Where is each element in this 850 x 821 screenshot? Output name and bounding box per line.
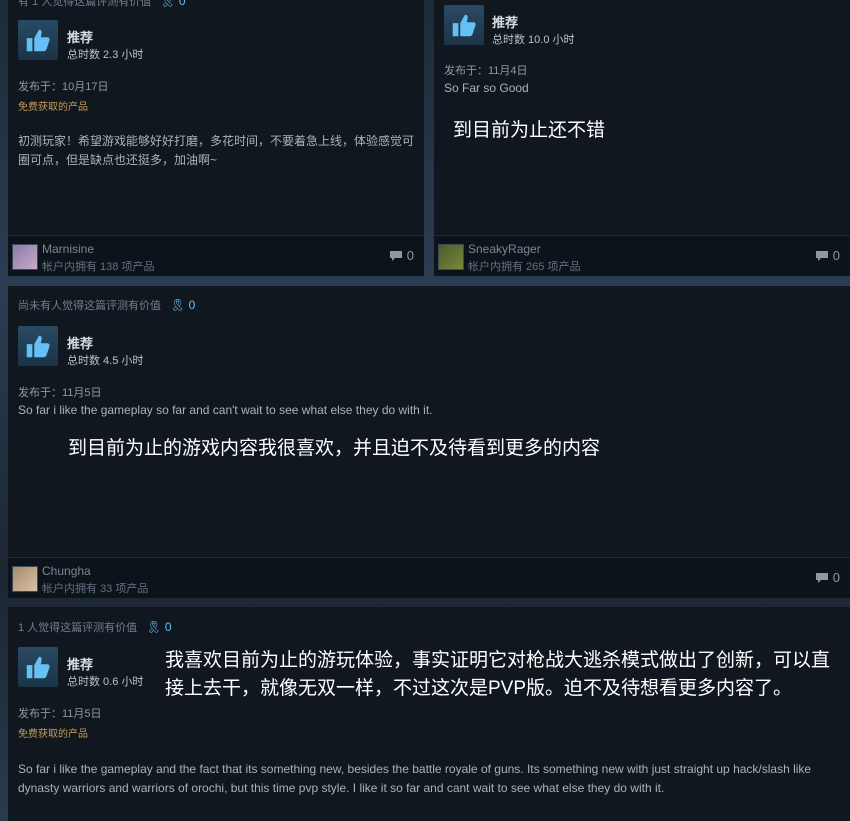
thumbs-up-icon [18,326,58,366]
thumbs-up-icon [18,647,58,687]
comment-icon [815,250,828,261]
comment-count: 0 [832,570,840,585]
comments-button[interactable]: 0 [815,248,840,263]
avatar[interactable] [438,244,464,270]
free-product-badge: 免费获取的产品 [18,102,88,113]
translation-overlay: 我喜欢目前为止的游玩体验，事实证明它对枪战大逃杀模式做出了创新，可以直接上去干，… [165,650,831,699]
posted-date: 发布于：11月5日 [18,387,102,399]
recommended-label[interactable]: 推荐 [492,12,518,31]
recommended-label[interactable]: 推荐 [67,654,93,673]
recommended-label[interactable]: 推荐 [67,27,93,46]
avatar[interactable] [12,244,38,270]
product-count: 帐户内拥有 265 项产品 [468,261,581,273]
award-count: 0 [178,0,186,8]
helpful-label: 尚未有人觉得这篇评测有价值 [18,300,161,312]
playtime-text: 总时数 2.3 小时 [67,49,144,61]
thumbs-up-icon [18,20,58,60]
review-body: So far i like the gameplay so far and ca… [18,403,433,417]
translation-overlay: 到目前为止还不错 [453,120,606,141]
username-link[interactable]: Marnisine [42,242,94,256]
playtime-text: 总时数 4.5 小时 [67,355,144,367]
helpful-count-text: 1 人觉得这篇评测有价值 🎗 0 [18,619,172,635]
posted-date: 发布于：11月5日 [18,708,102,720]
comment-icon [389,250,402,261]
comments-button[interactable]: 0 [389,248,414,263]
award-count: 0 [188,298,196,312]
product-count: 帐户内拥有 33 项产品 [42,583,149,595]
review-card-1: 有 1 人觉得这篇评测有价值 🎗 0 推荐 总时数 2.3 小时 发布于：10月… [8,0,424,276]
posted-date: 发布于：11月4日 [444,65,528,77]
free-product-badge: 免费获取的产品 [18,729,88,740]
helpful-label: 有 1 人觉得这篇评测有价值 [18,0,152,8]
thumbs-up-icon [444,5,484,45]
award-icon[interactable]: 🎗 0 [146,620,171,634]
review-card-4: 1 人觉得这篇评测有价值 🎗 0 推荐 总时数 0.6 小时 发布于：11月5日… [8,607,850,821]
review-body: So far i like the gameplay and the fact … [18,762,812,795]
recommended-label[interactable]: 推荐 [67,333,93,352]
award-icon[interactable]: 🎗 0 [160,0,185,8]
avatar[interactable] [12,566,38,592]
review-footer: Chungha 帐户内拥有 33 项产品 0 [8,557,850,598]
comments-button[interactable]: 0 [815,570,840,585]
review-body: 初测玩家！希望游戏能够好好打磨，多花时间，不要着急上线，体验感觉可圈可点，但是缺… [18,134,415,167]
playtime-text: 总时数 10.0 小时 [492,34,575,46]
helpful-count-text: 尚未有人觉得这篇评测有价值 🎗 0 [18,297,195,313]
translation-overlay: 到目前为止的游戏内容我很喜欢，并且迫不及待看到更多的内容 [68,438,601,459]
helpful-label: 1 人觉得这篇评测有价值 [18,622,138,634]
comment-icon [815,572,828,583]
comment-count: 0 [406,248,414,263]
playtime-text: 总时数 0.6 小时 [67,676,144,688]
review-card-2: 推荐 总时数 10.0 小时 发布于：11月4日 So Far so Good … [434,0,850,276]
review-card-3: 尚未有人觉得这篇评测有价值 🎗 0 推荐 总时数 4.5 小时 发布于：11月5… [8,286,850,598]
award-count: 0 [164,620,172,634]
product-count: 帐户内拥有 138 项产品 [42,261,155,273]
username-link[interactable]: Chungha [42,564,91,578]
review-body: So Far so Good [444,81,529,95]
posted-date: 发布于：10月17日 [18,81,109,93]
review-footer: Marnisine 帐户内拥有 138 项产品 0 [8,235,424,276]
award-icon[interactable]: 🎗 0 [170,298,195,312]
comment-count: 0 [832,248,840,263]
helpful-count-text: 有 1 人觉得这篇评测有价值 🎗 0 [18,0,186,9]
review-footer: SneakyRager 帐户内拥有 265 项产品 0 [434,235,850,276]
username-link[interactable]: SneakyRager [468,242,541,256]
